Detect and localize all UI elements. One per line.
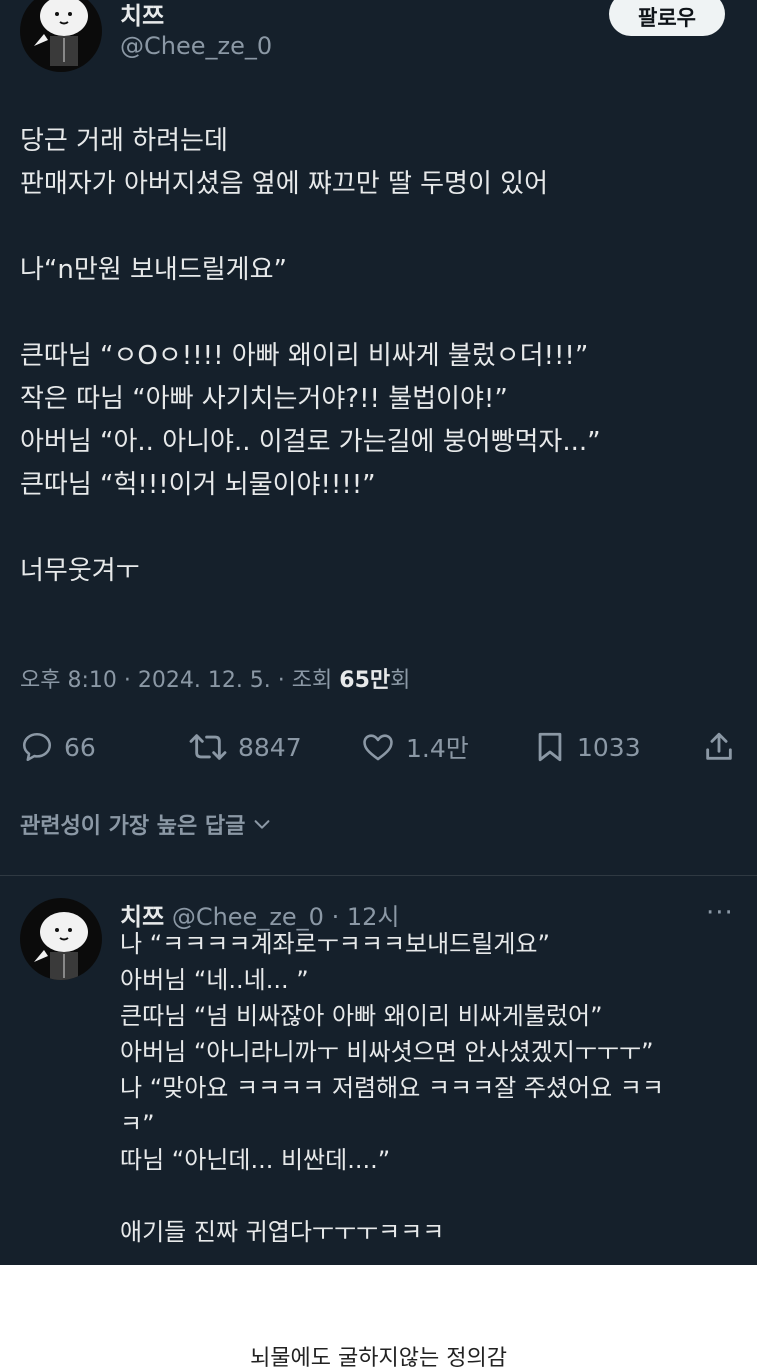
repost-button[interactable]: 8847: [188, 722, 302, 772]
reply-count: 66: [64, 732, 96, 762]
tweet-meta: 오후 8:10 · 2024. 12. 5. · 조회 65만회: [20, 662, 410, 694]
bookmark-count: 1033: [577, 732, 641, 762]
tweet-line: 큰따님 “헉!!!이거 뇌물이야!!!!”: [20, 470, 376, 500]
tweet-line: 나“n만원 보내드릴게요”: [20, 255, 287, 285]
heart-icon: [363, 734, 393, 761]
reply-text: 나 “ㅋㅋㅋㅋ계좌로ㅜㅋㅋㅋ보내드릴게요” 아버님 “네..네... ” 큰따님…: [120, 926, 720, 1250]
more-options-icon[interactable]: ···: [706, 898, 734, 928]
reply-line: 따님 “아닌데... 비싼데....”: [120, 1146, 391, 1174]
reply-blank-line: [120, 1178, 720, 1214]
reply-line: 큰따님 “넘 비싸잖아 아빠 왜이리 비싸게불렀어”: [120, 1002, 603, 1030]
reply-line: 나 “맞아요 ㅋㅋㅋㅋ 저렴해요 ㅋㅋㅋ잘 주셨어요 ㅋㅋ: [120, 1074, 664, 1102]
tweet-line: 작은 따님 “아빠 사기치는거야?!! 불법이야!”: [20, 384, 508, 414]
repost-count: 8847: [238, 732, 302, 762]
reply-line: 나 “ㅋㅋㅋㅋ계좌로ㅜㅋㅋㅋ보내드릴게요”: [120, 930, 550, 958]
tweet-line: 아버님 “아.. 아니야.. 이걸로 가는길에 붕어빵먹자...”: [20, 427, 601, 457]
reply-line: 아버님 “아니라니까ㅜ 비싸셧으면 안사셨겠지ㅜㅜㅜ”: [120, 1038, 654, 1066]
tweet-timestamp[interactable]: 오후 8:10 · 2024. 12. 5. · 조회: [20, 668, 339, 693]
share-button[interactable]: [702, 722, 746, 772]
view-count: 65만: [339, 668, 391, 693]
tweet-panel: 치쯔 @Chee_ze_0 팔로우 당근 거래 하려는데 판매자가 아버지셨음 …: [0, 0, 757, 1265]
section-divider: [0, 875, 757, 876]
view-count-suffix: 회: [390, 668, 411, 693]
like-button[interactable]: 1.4만: [360, 722, 469, 772]
repost-icon: [189, 734, 227, 760]
reply-line: 애기들 진짜 귀엽다ㅜㅜㅜㅋㅋㅋ: [120, 1218, 445, 1246]
action-bar: 66 8847 1.4만 1033: [0, 722, 757, 772]
tweet-line: 큰따님 “ㅇOㅇ!!!! 아빠 왜이리 비싸게 불렀ㅇ더!!!”: [20, 341, 589, 371]
reply-line: ㅋ”: [120, 1110, 155, 1138]
tweet-line: 당근 거래 하려는데: [20, 126, 228, 156]
bookmark-button[interactable]: 1033: [533, 722, 641, 772]
author-avatar[interactable]: [20, 0, 102, 72]
bookmark-icon: [538, 732, 562, 762]
reply-sort-label: 관련성이 가장 높은 답글: [20, 814, 246, 839]
share-icon: [706, 732, 732, 760]
follow-button[interactable]: 팔로우: [609, 0, 725, 36]
reply-button[interactable]: 66: [20, 722, 96, 772]
like-count: 1.4만: [406, 734, 469, 763]
reply-sort-dropdown[interactable]: 관련성이 가장 높은 답글: [20, 808, 275, 840]
image-caption: 뇌물에도 굴하지않는 정의감: [250, 1346, 507, 1371]
chevron-down-icon: [254, 820, 270, 829]
author-handle[interactable]: @Chee_ze_0: [120, 32, 272, 60]
author-name[interactable]: 치쯔: [120, 0, 164, 31]
reply-author-avatar[interactable]: [20, 898, 102, 980]
tweet-text: 당근 거래 하려는데 판매자가 아버지셨음 옆에 쨔끄만 딸 두명이 있어 나“…: [20, 120, 740, 593]
reply-line: 아버님 “네..네... ”: [120, 966, 309, 994]
tweet-line: 너무웃겨ㅜ: [20, 556, 140, 586]
tweet-line: 판매자가 아버지셨음 옆에 쨔끄만 딸 두명이 있어: [20, 169, 548, 199]
reply-icon: [22, 732, 52, 762]
